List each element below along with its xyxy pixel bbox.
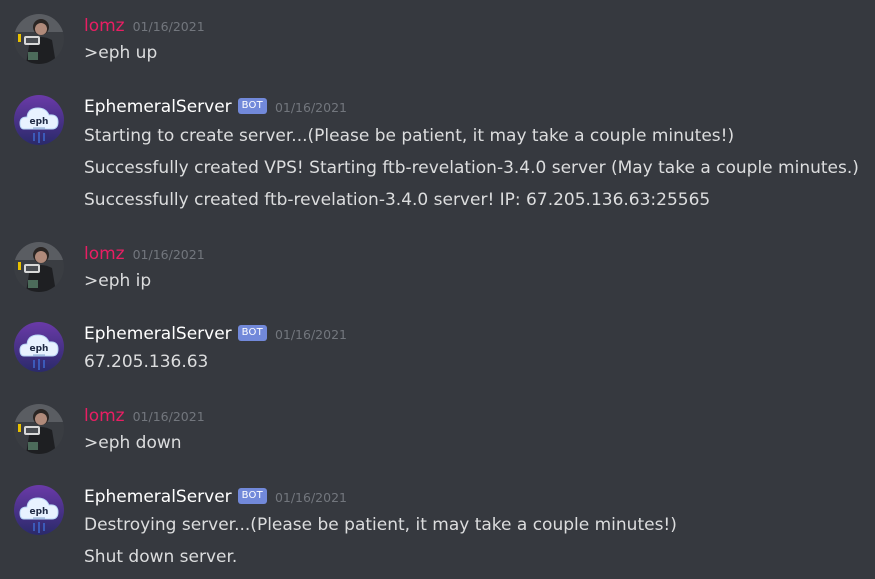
author-name[interactable]: EphemeralServer [84,95,232,119]
message-text: Starting to create server...(Please be p… [84,126,735,146]
message-timestamp: 01/16/2021 [132,247,205,262]
message-text: >eph up [84,43,158,63]
message-text: >eph down [84,433,182,453]
author-name[interactable]: lomz [84,404,125,428]
message-text: >eph ip [84,271,152,291]
svg-text:eph: eph [30,344,49,354]
message-timestamp: 01/16/2021 [274,327,347,342]
user-avatar-icon[interactable] [14,404,64,454]
message-timestamp: 01/16/2021 [132,409,205,424]
svg-text:eph: eph [30,117,49,127]
message-text: Shut down server. [84,547,238,567]
message-header: lomz 01/16/2021 [84,404,205,428]
svg-text:eph: eph [30,507,49,517]
message-text: 67.205.136.63 [84,352,209,372]
bot-badge: BOT [237,325,267,341]
message-header: EphemeralServer BOT 01/16/2021 [84,322,347,346]
message-text: Successfully created VPS! Starting ftb-r… [84,158,859,178]
message-timestamp: 01/16/2021 [132,19,205,34]
author-name[interactable]: EphemeralServer [84,322,232,346]
message-header: EphemeralServer BOT 01/16/2021 [84,485,347,509]
author-name[interactable]: EphemeralServer [84,485,232,509]
bot-badge: BOT [237,98,267,114]
message-timestamp: 01/16/2021 [274,100,347,115]
message-timestamp: 01/16/2021 [274,490,347,505]
eph-cloud-avatar-icon[interactable]: eph [14,95,64,145]
message-header: lomz 01/16/2021 [84,242,205,266]
user-avatar-icon[interactable] [14,242,64,292]
author-name[interactable]: lomz [84,14,125,38]
message-text: Successfully created ftb-revelation-3.4.… [84,190,711,210]
message-header: EphemeralServer BOT 01/16/2021 [84,95,347,119]
bot-badge: BOT [237,488,267,504]
author-name[interactable]: lomz [84,242,125,266]
message-text: Destroying server...(Please be patient, … [84,515,677,535]
eph-cloud-avatar-icon[interactable]: eph [14,485,64,535]
eph-cloud-avatar-icon[interactable]: eph [14,322,64,372]
user-avatar-icon[interactable] [14,14,64,64]
message-header: lomz 01/16/2021 [84,14,205,38]
